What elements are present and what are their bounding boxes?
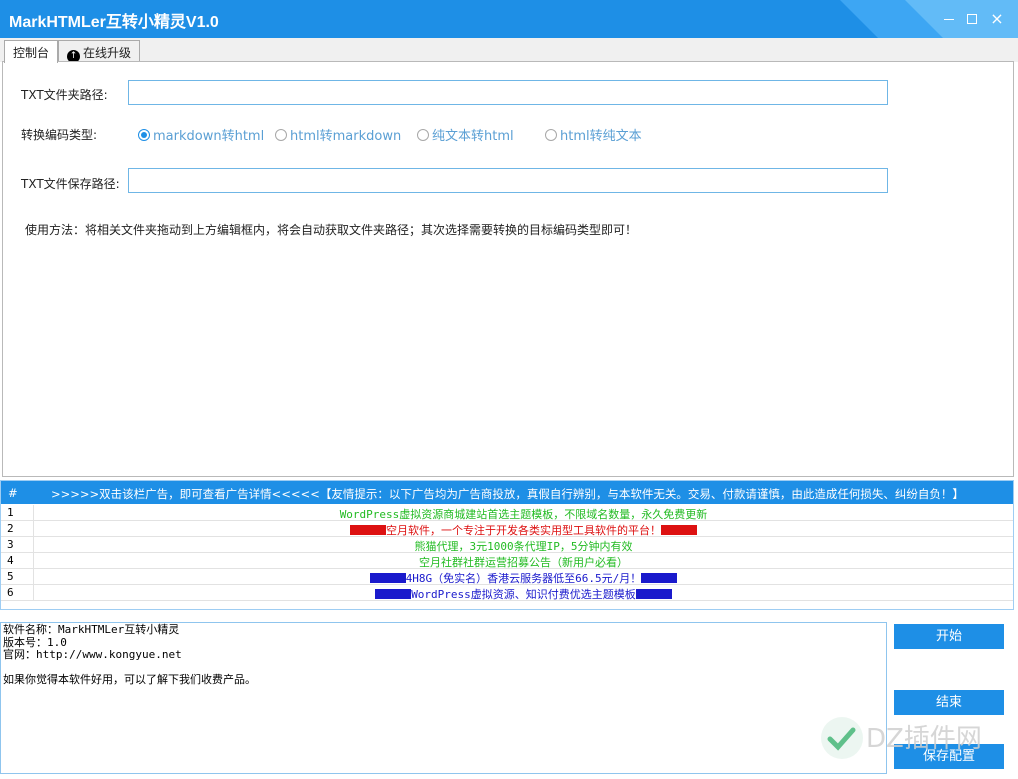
ad-row-number: 2	[7, 522, 14, 535]
ad-highlight-block	[350, 525, 386, 535]
save-path-input[interactable]	[128, 168, 888, 193]
ad-highlight-block	[635, 589, 672, 599]
minimize-button[interactable]	[939, 9, 959, 29]
ad-highlight-block	[375, 589, 412, 599]
ad-row-text: WordPress虚拟资源商城建站首选主题模板，不限域名数量，永久免费更新	[339, 508, 708, 521]
ad-highlight-block	[369, 573, 406, 583]
title-bar[interactable]: MarkHTMLer互转小精灵V1.0 ×	[0, 0, 1018, 38]
title-decoration	[905, 0, 943, 38]
tab-online-upgrade[interactable]: ↑ 在线升级	[58, 40, 141, 63]
close-icon: ×	[990, 9, 1004, 28]
radio-html-to-text[interactable]: html转纯文本	[545, 125, 642, 144]
ad-row-content: 熊猫代理，3元1000条代理IP，5分钟内有效	[34, 538, 1013, 554]
ad-row-text: WordPress虚拟资源、知识付费优选主题模板	[411, 588, 636, 601]
ad-row[interactable]: 1 WordPress虚拟资源商城建站首选主题模板，不限域名数量，永久免费更新	[1, 505, 1013, 521]
ad-header[interactable]: # >>>>>双击该栏广告，即可查看广告详情<<<<<【友情提示：以下广告均为广…	[1, 481, 1013, 504]
maximize-icon	[967, 14, 977, 24]
radio-unselected-icon	[275, 129, 287, 141]
ad-grid[interactable]: # >>>>>双击该栏广告，即可查看广告详情<<<<<【友情提示：以下广告均为广…	[0, 480, 1014, 610]
ad-row-text: 空月软件，一个专注于开发各类实用型工具软件的平台！	[386, 524, 661, 537]
info-log-box[interactable]: 软件名称：MarkHTMLer互转小精灵 版本号：1.0 官网：http://w…	[0, 622, 887, 774]
ad-row-content: 4H8G（免实名）香港云服务器低至66.5元/月！	[34, 570, 1013, 586]
radio-label: markdown转html	[153, 129, 265, 144]
radio-label: html转纯文本	[560, 129, 642, 144]
save-path-label: TXT文件保存路径:	[21, 177, 120, 191]
radio-text-to-html[interactable]: 纯文本转html	[417, 125, 514, 144]
maximize-button[interactable]	[962, 9, 982, 29]
ad-row[interactable]: 6 WordPress虚拟资源、知识付费优选主题模板	[1, 585, 1013, 601]
encoding-type-label: 转换编码类型:	[21, 128, 98, 142]
ad-row[interactable]: 3 熊猫代理，3元1000条代理IP，5分钟内有效	[1, 537, 1013, 553]
radio-selected-icon	[138, 129, 150, 141]
ad-header-text: >>>>>双击该栏广告，即可查看广告详情<<<<<【友情提示：以下广告均为广告商…	[51, 487, 964, 501]
ad-row-content: WordPress虚拟资源商城建站首选主题模板，不限域名数量，永久免费更新	[34, 506, 1013, 522]
ad-highlight-block	[661, 525, 697, 535]
radio-html-to-markdown[interactable]: html转markdown	[275, 125, 401, 144]
console-panel: TXT文件夹路径: 转换编码类型: markdown转html html转mar…	[2, 61, 1014, 477]
tab-label: 控制台	[13, 46, 50, 60]
log-line: 官网：http://www.kongyue.net	[3, 648, 182, 661]
ad-row-number: 1	[7, 506, 14, 519]
ad-row-text: 空月社群社群运营招募公告（新用户必看）	[419, 556, 628, 569]
tab-label: 在线升级	[83, 46, 132, 60]
ad-row-number: 5	[7, 570, 14, 583]
usage-instructions: 使用方法：将相关文件夹拖动到上方编辑框内，将会自动获取文件夹路径；其次选择需要转…	[25, 223, 638, 237]
radio-markdown-to-html[interactable]: markdown转html	[138, 125, 264, 144]
log-line: 如果你觉得本软件好用，可以了解下我们收费产品。	[3, 672, 256, 686]
radio-unselected-icon	[417, 129, 429, 141]
close-button[interactable]: ×	[987, 9, 1007, 29]
ad-row[interactable]: 4 空月社群社群运营招募公告（新用户必看）	[1, 553, 1013, 569]
title-decoration	[840, 0, 878, 38]
ad-row-text: 熊猫代理，3元1000条代理IP，5分钟内有效	[414, 540, 633, 553]
ad-row-text: 4H8G（免实名）香港云服务器低至66.5元/月！	[405, 572, 642, 585]
window-title: MarkHTMLer互转小精灵V1.0	[9, 14, 219, 31]
ad-row[interactable]: 5 4H8G（免实名）香港云服务器低至66.5元/月！	[1, 569, 1013, 585]
ad-header-hash: #	[8, 486, 18, 500]
tab-strip: 控制台 ↑ 在线升级	[0, 38, 1018, 63]
tab-console[interactable]: 控制台	[4, 40, 59, 63]
save-config-button[interactable]: 保存配置	[894, 744, 1004, 769]
ad-row-content: 空月社群社群运营招募公告（新用户必看）	[34, 554, 1013, 570]
log-line: 软件名称：MarkHTMLer互转小精灵	[3, 623, 180, 636]
ad-row-content: WordPress虚拟资源、知识付费优选主题模板	[34, 586, 1013, 602]
folder-path-input[interactable]	[128, 80, 888, 105]
ad-row[interactable]: 2 空月软件，一个专注于开发各类实用型工具软件的平台！	[1, 521, 1013, 537]
start-button[interactable]: 开始	[894, 624, 1004, 649]
minimize-icon	[944, 18, 954, 20]
ad-row-number: 6	[7, 586, 14, 599]
folder-path-label: TXT文件夹路径:	[21, 88, 108, 102]
radio-unselected-icon	[545, 129, 557, 141]
ad-row-number: 3	[7, 538, 14, 551]
end-button[interactable]: 结束	[894, 690, 1004, 715]
ad-highlight-block	[641, 573, 678, 583]
radio-label: html转markdown	[290, 129, 402, 144]
radio-label: 纯文本转html	[432, 129, 514, 144]
ad-row-number: 4	[7, 554, 14, 567]
ad-row-content: 空月软件，一个专注于开发各类实用型工具软件的平台！	[34, 522, 1013, 538]
